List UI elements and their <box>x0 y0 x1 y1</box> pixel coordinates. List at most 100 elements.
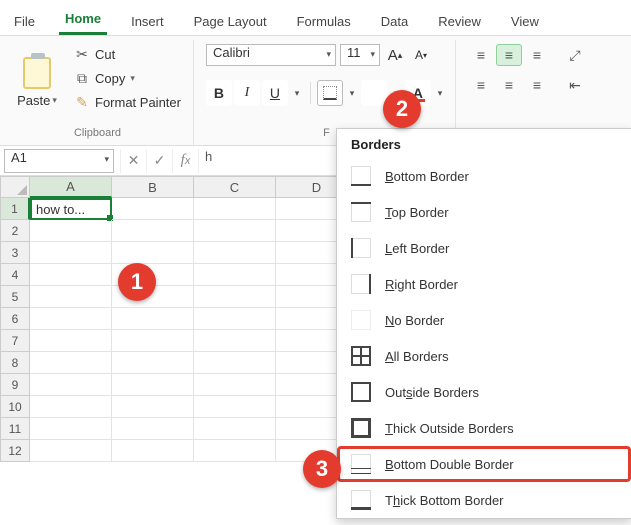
row-header-1[interactable]: 1 <box>0 198 30 220</box>
menu-item-right-border[interactable]: Right Border <box>337 266 631 302</box>
cell-B9[interactable] <box>112 374 194 396</box>
decrease-indent-button[interactable]: ⇤ <box>562 74 588 96</box>
align-top-button[interactable]: ≡ <box>468 44 494 66</box>
cell-A11[interactable] <box>30 418 112 440</box>
orientation-button[interactable]: ⤢ <box>562 44 588 66</box>
underline-split[interactable]: ▾ <box>290 80 304 106</box>
menu-item-all-borders[interactable]: All Borders <box>337 338 631 374</box>
cell-C9[interactable] <box>194 374 276 396</box>
cell-C12[interactable] <box>194 440 276 462</box>
tab-home[interactable]: Home <box>59 7 107 35</box>
select-all-corner[interactable] <box>0 176 30 198</box>
cell-C4[interactable] <box>194 264 276 286</box>
cell-C8[interactable] <box>194 352 276 374</box>
cell-A9[interactable] <box>30 374 112 396</box>
cell-A10[interactable] <box>30 396 112 418</box>
name-box[interactable]: A1▾ <box>4 149 114 173</box>
tab-insert[interactable]: Insert <box>125 10 170 35</box>
align-bottom-button[interactable]: ≡ <box>524 44 550 66</box>
tab-view[interactable]: View <box>505 10 545 35</box>
font-name-select[interactable]: Calibri▾ <box>206 44 336 66</box>
align-right-button[interactable]: ≡ <box>524 74 550 96</box>
menu-item-bottom-border[interactable]: Bottom Border <box>337 158 631 194</box>
tab-file[interactable]: File <box>8 10 41 35</box>
row-header-8[interactable]: 8 <box>0 352 30 374</box>
cell-B10[interactable] <box>112 396 194 418</box>
cut-button[interactable]: ✂Cut <box>70 44 185 64</box>
cell-C6[interactable] <box>194 308 276 330</box>
cell-A6[interactable] <box>30 308 112 330</box>
row-header-9[interactable]: 9 <box>0 374 30 396</box>
cell-B8[interactable] <box>112 352 194 374</box>
cell-B12[interactable] <box>112 440 194 462</box>
font-color-split[interactable]: ▾ <box>433 80 447 106</box>
borders-menu: Borders Bottom BorderTop BorderLeft Bord… <box>336 128 631 519</box>
borders-split[interactable]: ▾ <box>345 80 359 106</box>
borders-button[interactable] <box>317 80 343 106</box>
cell-B2[interactable] <box>112 220 194 242</box>
cell-A5[interactable] <box>30 286 112 308</box>
insert-function-button[interactable]: fx <box>173 149 199 173</box>
cell-B7[interactable] <box>112 330 194 352</box>
col-header-C[interactable]: C <box>194 176 276 198</box>
menu-item-bottom-double-border[interactable]: Bottom Double Border <box>337 446 631 482</box>
cell-C7[interactable] <box>194 330 276 352</box>
cell-A2[interactable] <box>30 220 112 242</box>
cell-B11[interactable] <box>112 418 194 440</box>
cell-A1[interactable]: how to... <box>30 198 112 220</box>
cell-B3[interactable] <box>112 242 194 264</box>
col-header-B[interactable]: B <box>112 176 194 198</box>
cell-C10[interactable] <box>194 396 276 418</box>
row-header-12[interactable]: 12 <box>0 440 30 462</box>
paste-button[interactable]: Paste▾ <box>10 44 64 120</box>
font-name-value: Calibri <box>213 45 250 60</box>
increase-font-button[interactable]: A▴ <box>384 44 406 66</box>
cell-A4[interactable] <box>30 264 112 286</box>
chevron-down-icon: ▾ <box>104 154 109 165</box>
cell-A8[interactable] <box>30 352 112 374</box>
cell-C5[interactable] <box>194 286 276 308</box>
cell-C11[interactable] <box>194 418 276 440</box>
row-header-3[interactable]: 3 <box>0 242 30 264</box>
tab-formulas[interactable]: Formulas <box>291 10 357 35</box>
cell-A12[interactable] <box>30 440 112 462</box>
row-header-4[interactable]: 4 <box>0 264 30 286</box>
font-size-select[interactable]: 11▾ <box>340 44 380 66</box>
decrease-font-button[interactable]: A▾ <box>410 44 432 66</box>
col-header-A[interactable]: A <box>30 176 112 198</box>
align-left-button[interactable]: ≡ <box>468 74 494 96</box>
cell-C3[interactable] <box>194 242 276 264</box>
chevron-down-icon: ▾ <box>370 49 375 60</box>
tab-page-layout[interactable]: Page Layout <box>188 10 273 35</box>
menu-item-left-border[interactable]: Left Border <box>337 230 631 266</box>
cell-C2[interactable] <box>194 220 276 242</box>
cell-A3[interactable] <box>30 242 112 264</box>
row-header-10[interactable]: 10 <box>0 396 30 418</box>
row-header-11[interactable]: 11 <box>0 418 30 440</box>
align-middle-button[interactable]: ≡ <box>496 44 522 66</box>
row-header-7[interactable]: 7 <box>0 330 30 352</box>
cancel-edit-button[interactable]: ✕ <box>121 149 147 173</box>
align-center-button[interactable]: ≡ <box>496 74 522 96</box>
tab-review[interactable]: Review <box>432 10 487 35</box>
tab-data[interactable]: Data <box>375 10 414 35</box>
row-header-2[interactable]: 2 <box>0 220 30 242</box>
row-header-6[interactable]: 6 <box>0 308 30 330</box>
menu-item-label: Bottom Double Border <box>385 457 514 472</box>
menu-item-thick-outside-borders[interactable]: Thick Outside Borders <box>337 410 631 446</box>
italic-button[interactable]: I <box>234 80 260 106</box>
menu-item-no-border[interactable]: No Border <box>337 302 631 338</box>
menu-item-thick-bottom-border[interactable]: Thick Bottom Border <box>337 482 631 518</box>
confirm-edit-button[interactable]: ✓ <box>147 149 173 173</box>
bold-button[interactable]: B <box>206 80 232 106</box>
copy-button[interactable]: ⧉Copy▾ <box>70 68 185 88</box>
row-header-5[interactable]: 5 <box>0 286 30 308</box>
format-painter-button[interactable]: ✎Format Painter <box>70 92 185 112</box>
cell-C1[interactable] <box>194 198 276 220</box>
cell-B1[interactable] <box>112 198 194 220</box>
menu-item-top-border[interactable]: Top Border <box>337 194 631 230</box>
menu-item-outside-borders[interactable]: Outside Borders <box>337 374 631 410</box>
cell-A7[interactable] <box>30 330 112 352</box>
underline-button[interactable]: U <box>262 80 288 106</box>
cell-B6[interactable] <box>112 308 194 330</box>
